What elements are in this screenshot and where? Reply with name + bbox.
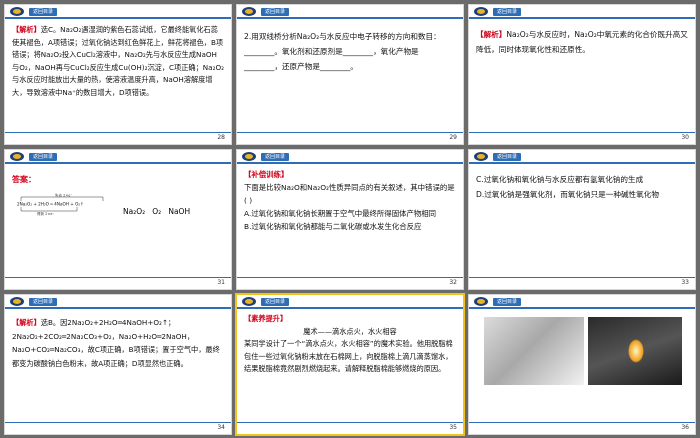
slide-text: 选C。Na₂O₂遇湿润的紫色石蕊试纸，它最终能氧化石蕊使其褪色，A项错误；过氧化… (12, 25, 225, 97)
experiment-photo-dropping-water (484, 317, 584, 385)
logo-icon (242, 7, 256, 16)
page-number: 35 (449, 424, 457, 431)
slide-body: 【解析】Na₂O₂与水反应时，Na₂O₂中氧元素的化合价既升高又降低，同时体现氧… (476, 27, 688, 57)
flame-icon (628, 339, 644, 363)
slide-thumbnail-28[interactable]: 返回目录 【解析】选C。Na₂O₂遇湿润的紫色石蕊试纸，它最终能氧化石蕊使其褪色… (4, 4, 232, 145)
divider (237, 422, 463, 423)
slide-header: 返回目录 (237, 5, 463, 19)
answer-label: 答案： (12, 175, 36, 184)
divider (469, 422, 695, 423)
divider (5, 422, 231, 423)
slide-header: 返回目录 (5, 295, 231, 309)
slide-header: 返回目录 (237, 150, 463, 164)
electron-lost-label: 失去 2×e⁻ (55, 193, 72, 198)
slide-body: C.过氧化钠和氧化钠与水反应都有氢氧化钠的生成 D.过氧化钠是强氧化剂，而氧化钠… (476, 172, 688, 202)
slide-body: 【补偿训练】 下面是比较Na₂O和Na₂O₂性质异同点的有关叙述，其中错误的是 … (244, 168, 456, 233)
option-a: A.过氧化钠和氧化钠长期置于空气中最终所得固体产物相同 (244, 209, 437, 218)
logo-icon (474, 152, 488, 161)
analysis-label: 【解析】 (476, 30, 507, 39)
analysis-label: 【解析】 (12, 318, 41, 327)
section-label: 【补偿训练】 (244, 170, 289, 179)
back-button[interactable]: 返回目录 (261, 8, 289, 16)
back-button[interactable]: 返回目录 (493, 153, 521, 161)
page-number: 32 (449, 279, 457, 286)
reaction-equation: 2Na₂O₂ + 2H₂O ═ 4NaOH + O₂↑ (17, 202, 84, 207)
question-text: 下面是比较Na₂O和Na₂O₂性质异同点的有关叙述，其中错误的是 ( ) (244, 183, 455, 205)
slide-header: 返回目录 (469, 295, 695, 309)
divider (469, 277, 695, 278)
slide-thumbnail-32[interactable]: 返回目录 【补偿训练】 下面是比较Na₂O和Na₂O₂性质异同点的有关叙述，其中… (236, 149, 464, 290)
slide-header: 返回目录 (5, 150, 231, 164)
slide-body: 【解析】选B。因2Na₂O₂+2H₂O═4NaOH+O₂↑；2Na₂O₂+2CO… (12, 316, 224, 370)
logo-icon (10, 297, 24, 306)
option-d: D.过氧化钠是强氧化剂，而氧化钠只是一种碱性氧化物 (476, 190, 659, 199)
slide-thumbnail-29[interactable]: 返回目录 2.用双线桥分析Na₂O₂与水反应中电子转移的方向和数目：______… (236, 4, 464, 145)
divider (469, 132, 695, 133)
logo-icon (10, 7, 24, 16)
analysis-label: 【解析】 (12, 25, 41, 34)
back-button[interactable]: 返回目录 (29, 298, 57, 306)
back-button[interactable]: 返回目录 (29, 153, 57, 161)
section-label: 【素养提升】 (244, 314, 288, 323)
slide-text: Na₂O₂与水反应时，Na₂O₂中氧元素的化合价既升高又降低，同时体现氧化性和还… (476, 30, 688, 54)
experiment-photos (484, 317, 682, 385)
logo-icon (10, 152, 24, 161)
divider (5, 132, 231, 133)
page-number: 36 (681, 424, 689, 431)
activity-title: 魔术——滴水点火，水火相容 (303, 326, 397, 336)
slide-text: 选B。因2Na₂O₂+2H₂O═4NaOH+O₂↑；2Na₂O₂+2CO₂═2N… (12, 318, 220, 368)
question-text: 2.用双线桥分析Na₂O₂与水反应中电子转移的方向和数目：________。氧化… (244, 32, 441, 71)
experiment-photo-cotton-burning (588, 317, 682, 385)
back-button[interactable]: 返回目录 (493, 298, 521, 306)
page-number: 33 (681, 279, 689, 286)
option-c: C.过氧化钠和氧化钠与水反应都有氢氧化钠的生成 (476, 175, 644, 184)
logo-icon (242, 297, 256, 306)
slide-thumbnail-34[interactable]: 返回目录 【解析】选B。因2Na₂O₂+2H₂O═4NaOH+O₂↑；2Na₂O… (4, 294, 232, 435)
page-number: 30 (681, 134, 689, 141)
page-number: 34 (217, 424, 225, 431)
back-button[interactable]: 返回目录 (493, 8, 521, 16)
slide-thumbnail-35[interactable]: 返回目录 【素养提升】 魔术——滴水点火，水火相容 某同学设计了一个“滴水点火，… (235, 293, 465, 436)
activity-text: 某同学设计了一个“滴水点火，水火相容”的魔术实验。他用脱脂棉包住一些过氧化钠粉末… (244, 339, 453, 373)
logo-icon (474, 297, 488, 306)
back-button[interactable]: 返回目录 (29, 8, 57, 16)
electron-gained-label: 得到 2×e⁻ (37, 211, 54, 216)
divider (5, 277, 231, 278)
slide-thumbnail-36[interactable]: 返回目录 36 (468, 294, 696, 435)
slide-grid: 返回目录 【解析】选C。Na₂O₂遇湿润的紫色石蕊试纸，它最终能氧化石蕊使其褪色… (0, 0, 700, 438)
logo-icon (242, 152, 256, 161)
divider (237, 277, 463, 278)
slide-body: 【素养提升】 魔术——滴水点火，水火相容 某同学设计了一个“滴水点火，水火相容”… (244, 313, 456, 376)
logo-icon (474, 7, 488, 16)
slide-body: 【解析】选C。Na₂O₂遇湿润的紫色石蕊试纸，它最终能氧化石蕊使其褪色，A项错误… (12, 24, 224, 99)
back-button[interactable]: 返回目录 (261, 153, 289, 161)
answer-text: Na₂O₂ O₂ NaOH (123, 207, 191, 216)
electron-transfer-diagram: 失去 2×e⁻ 2Na₂O₂ + 2H₂O ═ 4NaOH + O₂↑ 得到 2… (17, 193, 104, 216)
slide-header: 返回目录 (469, 150, 695, 164)
page-number: 28 (217, 134, 225, 141)
page-number: 31 (217, 279, 225, 286)
slide-body: 答案： (12, 174, 224, 187)
slide-thumbnail-30[interactable]: 返回目录 【解析】Na₂O₂与水反应时，Na₂O₂中氧元素的化合价既升高又降低，… (468, 4, 696, 145)
option-b: B.过氧化钠和氧化钠都能与二氧化碳或水发生化合反应 (244, 222, 422, 231)
slide-header: 返回目录 (237, 295, 463, 309)
slide-header: 返回目录 (469, 5, 695, 19)
slide-body: 2.用双线桥分析Na₂O₂与水反应中电子转移的方向和数目：________。氧化… (244, 29, 456, 74)
slide-header: 返回目录 (5, 5, 231, 19)
back-button[interactable]: 返回目录 (261, 298, 289, 306)
slide-thumbnail-33[interactable]: 返回目录 C.过氧化钠和氧化钠与水反应都有氢氧化钠的生成 D.过氧化钠是强氧化剂… (468, 149, 696, 290)
page-number: 29 (449, 134, 457, 141)
slide-thumbnail-31[interactable]: 返回目录 答案： 失去 2×e⁻ 2Na₂O₂ + 2H₂O ═ 4NaOH +… (4, 149, 232, 290)
divider (237, 132, 463, 133)
